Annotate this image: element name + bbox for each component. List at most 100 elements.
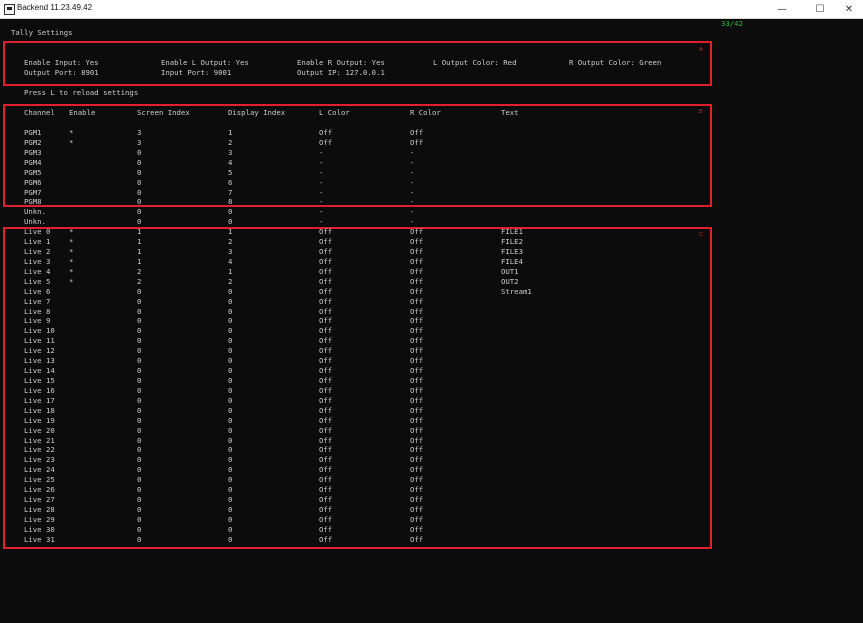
cell-screen-index: 1 (137, 237, 142, 247)
cell-enable: * (69, 227, 74, 237)
setting-l-output-color: L Output Color: Red (433, 58, 517, 67)
cell-r-color: - (410, 167, 415, 177)
cell-r-color: Off (410, 514, 424, 524)
cell-enable: * (69, 237, 74, 247)
cell-l-color: Off (319, 356, 333, 366)
annotation-label-b: B (699, 109, 703, 115)
cell-r-color: Off (410, 534, 424, 544)
annotation-box-c (3, 227, 712, 549)
cell-r-color: Off (410, 435, 424, 445)
cell-display-index: 0 (228, 296, 233, 306)
cell-screen-index: 0 (137, 326, 142, 336)
cell-channel: Live 12 (24, 346, 55, 356)
setting-r-output-color: R Output Color: Green (569, 58, 662, 67)
cell-display-index: 0 (228, 465, 233, 475)
cell-l-color: Off (319, 504, 333, 514)
cell-display-index: 0 (228, 415, 233, 425)
cell-display-index: 6 (228, 177, 233, 187)
cell-l-color: - (319, 167, 324, 177)
console-area[interactable]: 33/42 Tally Settings A Enable Input: Yes… (0, 19, 863, 623)
annotation-label-c: C (699, 232, 703, 238)
cell-channel: Live 5 (24, 276, 51, 286)
cell-r-color: Off (410, 296, 424, 306)
cell-channel: Live 31 (24, 534, 55, 544)
minimize-button[interactable]: — (768, 0, 796, 18)
cell-channel: Live 3 (24, 256, 51, 266)
cell-l-color: Off (319, 534, 333, 544)
cell-channel: Live 15 (24, 376, 55, 385)
cell-channel: Live 22 (24, 445, 55, 455)
cell-display-index: 0 (228, 286, 233, 296)
cell-screen-index: 0 (137, 187, 142, 197)
cell-display-index: 0 (228, 445, 233, 455)
setting-enable-l-output: Enable L Output: Yes (161, 58, 249, 67)
cell-r-color: Off (410, 306, 424, 316)
cell-display-index: 0 (228, 405, 233, 415)
column-header-channel: Channel (24, 108, 55, 117)
cell-channel: Live 18 (24, 405, 55, 415)
cell-display-index: 0 (228, 376, 233, 385)
cell-screen-index: 0 (137, 296, 142, 306)
maximize-button[interactable]: ☐ (806, 0, 834, 18)
cell-screen-index: 0 (137, 366, 142, 376)
cell-channel: Live 21 (24, 435, 55, 445)
cell-r-color: Off (410, 465, 424, 475)
cell-l-color: Off (319, 405, 333, 415)
cell-screen-index: 1 (137, 247, 142, 257)
cell-screen-index: 0 (137, 356, 142, 366)
page-counter: 33/42 (721, 19, 743, 28)
annotation-box-b (3, 104, 712, 207)
cell-l-color: Off (319, 237, 333, 247)
cell-enable: * (69, 266, 74, 276)
cell-enable: * (69, 276, 74, 286)
cell-channel: Live 27 (24, 495, 55, 505)
cell-screen-index: 0 (137, 415, 142, 425)
cell-r-color: Off (410, 137, 424, 147)
title-bar: Backend 11.23.49.42 — ☐ ✕ (0, 0, 863, 19)
cell-l-color: - (319, 197, 324, 207)
cell-l-color: Off (319, 524, 333, 534)
cell-display-index: 4 (228, 256, 233, 266)
cell-l-color: Off (319, 316, 333, 326)
cell-display-index: 3 (228, 147, 233, 157)
cell-screen-index: 0 (137, 504, 142, 514)
cell-r-color: - (410, 197, 415, 207)
cell-l-color: - (319, 177, 324, 187)
cell-channel: Unkn. (24, 207, 46, 217)
cell-display-index: 2 (228, 276, 233, 286)
cell-display-index: 0 (228, 336, 233, 346)
cell-screen-index: 0 (137, 157, 142, 167)
cell-l-color: Off (319, 296, 333, 306)
cell-screen-index: 1 (137, 256, 142, 266)
close-button[interactable]: ✕ (835, 0, 863, 18)
cell-l-color: Off (319, 336, 333, 346)
cell-display-index: 1 (228, 227, 233, 237)
cell-screen-index: 0 (137, 475, 142, 485)
cell-channel: Live 14 (24, 366, 55, 376)
cell-r-color: Off (410, 395, 424, 405)
cell-display-index: 4 (228, 157, 233, 167)
cell-screen-index: 0 (137, 485, 142, 495)
cell-text: FILE1 (501, 227, 523, 237)
cell-r-color: Off (410, 356, 424, 366)
cell-screen-index: 0 (137, 316, 142, 326)
cell-display-index: 0 (228, 385, 233, 395)
cell-screen-index: 0 (137, 286, 142, 296)
cell-enable: * (69, 247, 74, 257)
cell-r-color: Off (410, 128, 424, 137)
cell-r-color: Off (410, 376, 424, 385)
cell-r-color: - (410, 217, 415, 227)
cell-r-color: Off (410, 227, 424, 237)
cell-l-color: Off (319, 247, 333, 257)
cell-r-color: Off (410, 286, 424, 296)
cell-channel: Live 29 (24, 514, 55, 524)
cell-display-index: 0 (228, 356, 233, 366)
cell-display-index: 0 (228, 326, 233, 336)
cell-r-color: - (410, 177, 415, 187)
cell-channel: Live 2 (24, 247, 51, 257)
cell-l-color: Off (319, 435, 333, 445)
column-header-enable: Enable (69, 108, 96, 117)
cell-channel: PGM5 (24, 167, 42, 177)
cell-r-color: - (410, 147, 415, 157)
cell-screen-index: 1 (137, 227, 142, 237)
